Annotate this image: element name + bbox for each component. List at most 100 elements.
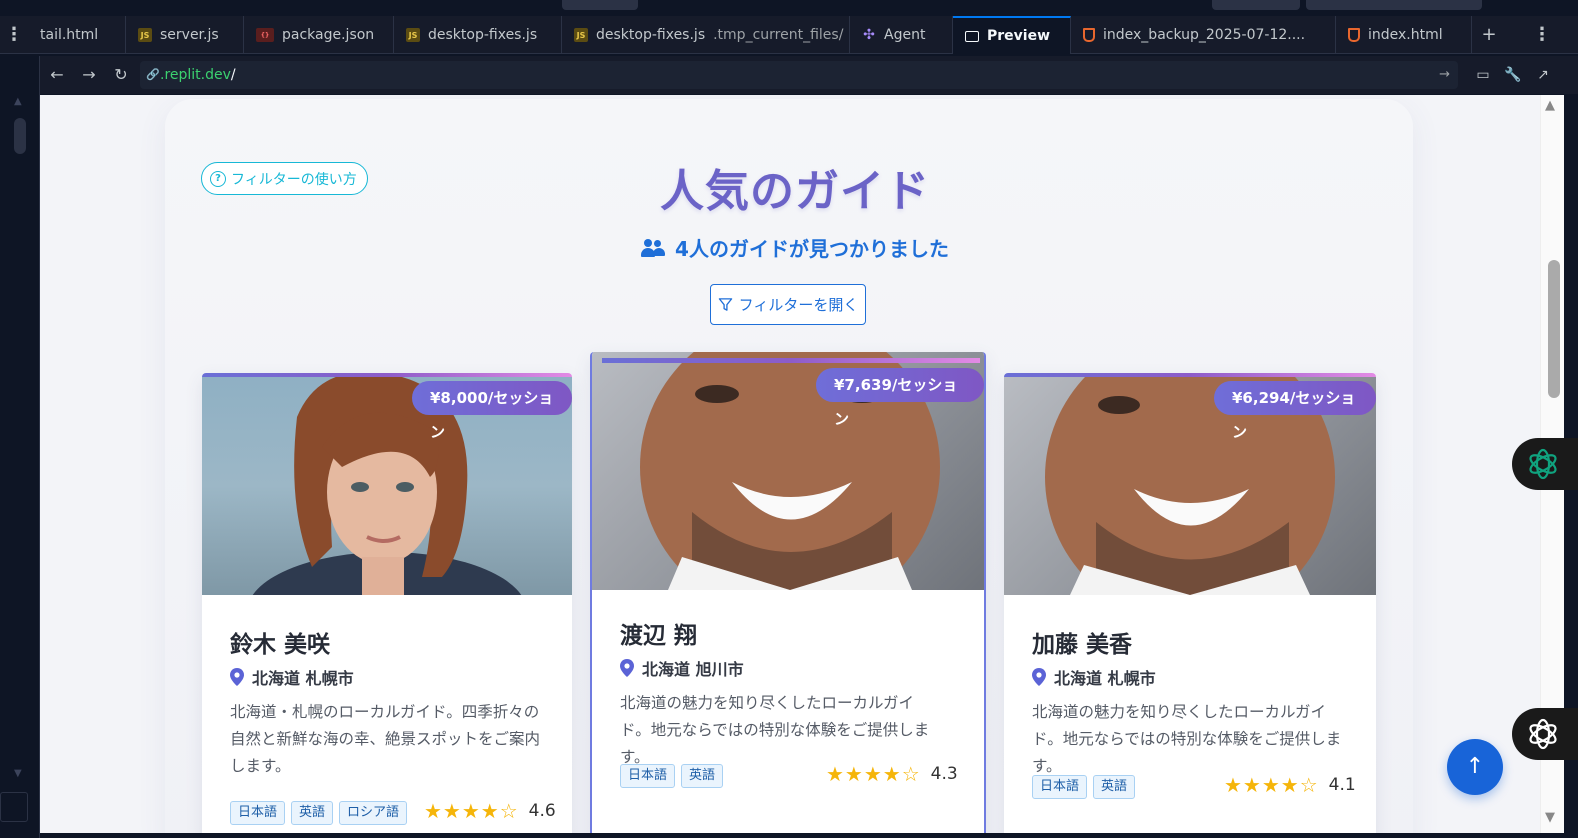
guide-rating: ★★★★☆ 4.6 <box>424 799 556 823</box>
card-accent-bar <box>202 373 572 377</box>
tab-label: index.html <box>1368 27 1443 43</box>
users-icon <box>641 238 666 257</box>
tab-label: tail.html <box>40 27 99 43</box>
top-pill[interactable] <box>562 0 638 10</box>
tab-index-html[interactable]: index.html <box>1336 16 1472 54</box>
price-badge: ¥8,000/セッション <box>412 381 572 441</box>
guide-description: 北海道・札幌のローカルガイド。四季折々の自然と新鮮な海の幸、絶景スポットをご案内… <box>230 703 541 775</box>
html-file-icon <box>1348 28 1360 42</box>
arrow-up-icon: ↑ <box>1465 754 1485 779</box>
assistant-widget-button[interactable] <box>1512 708 1578 760</box>
star-rating-icon: ★★★★☆ <box>424 799 519 823</box>
window-top-strip <box>0 0 1578 16</box>
back-icon[interactable]: ← <box>42 56 72 94</box>
top-pill[interactable] <box>1306 0 1482 10</box>
filter-help-button[interactable]: ? フィルターの使い方 <box>201 162 368 195</box>
tab-options-icon[interactable]: ⋮ <box>1528 16 1556 54</box>
language-tags: 日本語 英語 <box>1032 775 1136 799</box>
scroll-up-icon[interactable]: ▲ <box>14 96 22 107</box>
js-file-icon: JS <box>138 28 152 42</box>
device-icon[interactable]: ▭ <box>1468 56 1498 94</box>
question-circle-icon: ? <box>210 170 226 187</box>
language-tag: 英語 <box>681 764 724 788</box>
more-menu-icon[interactable]: ⋮ <box>0 16 28 54</box>
map-pin-icon <box>1032 668 1046 686</box>
tab-label: desktop-fixes.js <box>428 27 538 43</box>
html-file-icon <box>1083 28 1095 42</box>
rating-value: 4.6 <box>528 801 556 821</box>
tab-tail-html[interactable]: tail.html <box>28 16 126 54</box>
location-text: 北海道 旭川市 <box>642 660 744 679</box>
guide-location: 北海道 旭川市 <box>620 656 744 680</box>
guide-rating: ★★★★☆ 4.1 <box>1224 773 1356 797</box>
tab-label: index_backup_2025-07-12.... <box>1103 27 1306 43</box>
help-label: フィルターの使い方 <box>231 171 357 188</box>
tab-server-js[interactable]: JS server.js <box>126 16 244 54</box>
page-title: 人気のガイド <box>660 166 930 217</box>
monitor-icon <box>965 30 979 42</box>
language-tag: 英語 <box>291 801 334 825</box>
assistant-widget-button[interactable] <box>1512 438 1578 490</box>
tab-preview[interactable]: Preview <box>953 16 1071 54</box>
sidebar-box[interactable] <box>0 792 28 822</box>
guide-card[interactable]: ¥8,000/セッション 鈴木 美咲 北海道 札幌市 北海道・札幌のローカルガイ… <box>202 373 572 833</box>
tab-sublabel: .tmp_current_files/ <box>713 27 844 43</box>
guide-card[interactable]: ¥7,639/セッション 渡辺 翔 北海道 旭川市 北海道の魅力を知り尽くしたロ… <box>590 352 986 833</box>
link-icon: 🔗 <box>146 68 160 81</box>
guide-name: 加藤 美香 <box>1032 632 1133 658</box>
open-url-arrow-icon[interactable]: → <box>1439 61 1450 89</box>
left-sidebar-strip: ▲ ▼ <box>0 56 40 838</box>
devtools-wrench-icon[interactable]: 🔧 <box>1498 56 1528 94</box>
forward-icon[interactable]: → <box>74 56 104 94</box>
guide-location: 北海道 札幌市 <box>1032 665 1156 689</box>
tab-desktop-fixes-tmp[interactable]: JS desktop-fixes.js .tmp_current_files/ <box>562 16 850 54</box>
rating-value: 4.3 <box>930 764 958 784</box>
scroll-thumb[interactable] <box>1548 260 1560 398</box>
scroll-down-icon[interactable]: ▼ <box>1545 810 1555 825</box>
new-tab-icon[interactable]: + <box>1472 16 1506 54</box>
sidebar-scroll-thumb[interactable] <box>14 118 26 154</box>
price-badge: ¥6,294/セッション <box>1214 381 1376 441</box>
guide-location: 北海道 札幌市 <box>230 665 354 689</box>
language-tags: 日本語 英語 ロシア語 <box>230 801 408 825</box>
language-tag: ロシア語 <box>339 801 408 825</box>
json-file-icon: {} <box>256 28 274 42</box>
language-tag: 英語 <box>1093 775 1136 799</box>
price-badge: ¥7,639/セッション <box>816 368 984 428</box>
url-input[interactable]: 🔗 .replit.dev/ → <box>140 61 1458 89</box>
tab-package-json[interactable]: {} package.json <box>244 16 394 54</box>
scroll-up-icon[interactable]: ▲ <box>1545 98 1555 113</box>
openai-logo-icon <box>1529 448 1557 480</box>
agent-icon: ✣ <box>863 27 875 43</box>
open-filter-button[interactable]: フィルターを開く <box>710 284 866 325</box>
map-pin-icon <box>230 668 244 686</box>
filter-label: フィルターを開く <box>738 296 859 314</box>
editor-tab-bar: ⋮ tail.html JS server.js {} package.json… <box>0 16 1578 54</box>
url-path: / <box>230 67 236 83</box>
open-external-icon[interactable]: ↗ <box>1528 56 1558 94</box>
funnel-icon <box>718 298 732 311</box>
language-tag: 日本語 <box>230 801 286 825</box>
guide-description: 北海道の魅力を知り尽くしたローカルガイド。地元ならではの特別な体験をご提供します… <box>1032 703 1342 775</box>
tab-label: Agent <box>884 27 926 43</box>
scroll-to-top-button[interactable]: ↑ <box>1447 739 1503 795</box>
top-pill[interactable] <box>1212 0 1300 10</box>
openai-logo-icon <box>1529 718 1557 750</box>
guide-card[interactable]: ¥6,294/セッション 加藤 美香 北海道 札幌市 北海道の魅力を知り尽くした… <box>1004 373 1376 833</box>
guide-name: 渡辺 翔 <box>620 623 698 649</box>
js-file-icon: JS <box>574 28 588 42</box>
tab-label: server.js <box>160 27 219 43</box>
tab-agent[interactable]: ✣ Agent <box>850 16 953 54</box>
tab-desktop-fixes-js[interactable]: JS desktop-fixes.js <box>394 16 562 54</box>
map-pin-icon <box>620 659 634 677</box>
location-text: 北海道 札幌市 <box>252 669 354 688</box>
scroll-down-icon[interactable]: ▼ <box>14 768 22 779</box>
tab-index-backup[interactable]: index_backup_2025-07-12.... <box>1071 16 1336 54</box>
star-rating-icon: ★★★★☆ <box>826 762 921 786</box>
location-text: 北海道 札幌市 <box>1054 669 1156 688</box>
star-rating-icon: ★★★★☆ <box>1224 773 1319 797</box>
guide-rating: ★★★★☆ 4.3 <box>826 762 958 786</box>
card-accent-bar <box>602 358 980 363</box>
reload-icon[interactable]: ↻ <box>106 56 136 94</box>
results-count-text: 4人のガイドが見つかりました <box>675 237 949 261</box>
